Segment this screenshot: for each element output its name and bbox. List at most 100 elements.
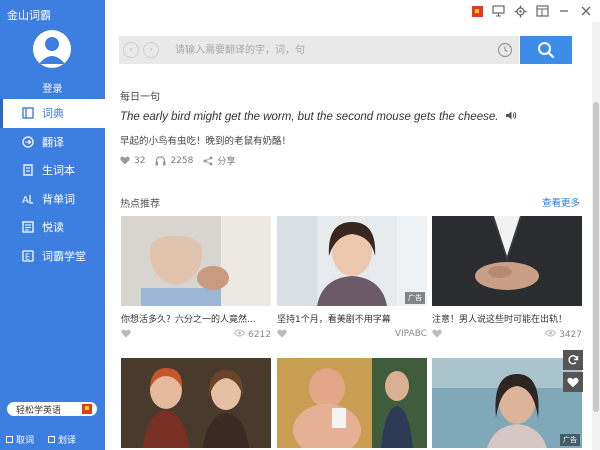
memorize-icon: A [22,193,34,205]
svg-text:A: A [22,195,29,205]
option-select-translate[interactable]: 划译 [48,432,76,446]
eye-icon [545,329,557,337]
share-icon [203,156,213,165]
history-arrows: ‹ › [123,42,159,58]
view-stat: 3427 [545,329,582,341]
sidebar-item-label: 悦读 [42,221,64,235]
refresh-icon [568,355,579,365]
option-label: 划译 [58,435,77,446]
daily-sentence-english: The early bird might get the worm, but t… [120,110,517,124]
share-button[interactable]: 分享 [203,154,235,167]
like-stat[interactable]: 32 [120,156,145,166]
article-meta: 6212 [121,329,271,341]
search-button[interactable] [520,36,572,64]
listen-count: 2258 [170,155,194,166]
speaker-icon[interactable] [505,110,517,124]
article-thumbnail [432,216,582,306]
sidebar-item-translate[interactable]: 翻译 [0,128,105,157]
sidebar: 金山词霸 登录 词典 翻译 生词本 A 背单词 悦读 E 词霸学堂 轻松学英语 … [0,0,105,450]
minimize-icon[interactable] [557,4,571,18]
forward-arrow-icon[interactable]: › [143,42,159,58]
view-count: 6212 [248,330,271,340]
sidebar-nav: 词典 翻译 生词本 A 背单词 悦读 E 词霸学堂 [0,99,105,270]
article-caption: 你想活多久？六分之一的人竟然... [121,315,256,325]
article-thumbnail [121,216,271,306]
eye-icon [234,329,246,337]
article-meta: VIPABC [277,329,427,341]
article-thumbnail [277,358,427,448]
daily-english-text: The early bird might get the worm, but t… [120,111,499,124]
checkbox-icon[interactable] [6,435,13,443]
avatar[interactable] [33,30,71,68]
reading-icon [22,221,34,233]
article-caption: 坚持1个月，看美剧不用字幕 [277,315,391,325]
sidebar-item-memorize[interactable]: A 背单词 [0,185,105,214]
view-stat: 6212 [234,329,271,341]
article-meta: 3427 [432,329,582,341]
heart-icon[interactable] [121,329,131,341]
gear-icon[interactable] [513,4,527,18]
flag-icon [82,404,92,414]
ad-tag: 广告 [560,434,580,446]
hot-recommend-title: 热点推荐 [120,199,160,210]
daily-sentence-title: 每日一句 [120,92,160,103]
promo-button[interactable]: 轻松学英语 [7,402,97,416]
sidebar-item-classroom[interactable]: E 词霸学堂 [0,242,105,271]
heart-icon [120,156,130,165]
sidebar-item-reading[interactable]: 悦读 [0,213,105,242]
daily-stats: 32 2258 分享 [120,154,245,167]
option-label: 取词 [16,435,35,446]
see-more-link[interactable]: 查看更多 [542,195,580,209]
heart-icon [567,377,579,387]
article-thumbnail: 广告 [432,358,582,448]
notebook-icon [22,164,34,176]
book-icon [22,107,34,119]
back-arrow-icon[interactable]: ‹ [123,42,139,58]
article-card[interactable] [121,358,271,448]
article-card[interactable]: 你想活多久？六分之一的人竟然... 6212 [121,216,271,341]
scrollbar-thumb[interactable] [593,102,599,412]
share-label: 分享 [217,157,236,167]
sidebar-item-notebook[interactable]: 生词本 [0,156,105,185]
sidebar-item-label: 生词本 [42,164,75,178]
classroom-icon: E [22,250,34,262]
scrollbar[interactable] [592,22,600,450]
heart-icon[interactable] [277,329,287,341]
minimize-to-tray-icon[interactable] [535,4,549,18]
search-input[interactable] [175,42,475,58]
search-bar: ‹ › [119,36,519,64]
sidebar-item-dictionary[interactable]: 词典 [0,99,105,128]
article-caption: 注意！男人说这些时可能在出轨！ [432,315,568,325]
favorite-button[interactable] [563,372,583,392]
history-clock-icon[interactable] [497,42,513,58]
search-icon [538,42,555,59]
heart-icon[interactable] [432,329,442,341]
article-card[interactable]: 广告 坚持1个月，看美剧不用字幕 VIPABC [277,216,427,341]
close-icon[interactable] [579,4,593,18]
monitor-icon[interactable] [491,4,505,18]
sidebar-footer: 取词 划译 [0,432,105,446]
translate-icon [22,136,34,148]
headphones-icon [155,155,166,165]
view-count: 3427 [559,330,582,340]
svg-text:E: E [25,252,30,261]
login-link[interactable]: 登录 [0,80,105,95]
sidebar-item-label: 背单词 [42,192,75,206]
option-word-capture[interactable]: 取词 [6,432,34,446]
sidebar-item-label: 翻译 [42,135,64,149]
refresh-button[interactable] [563,350,583,370]
app-title: 金山词霸 [7,9,51,22]
article-thumbnail: 广告 [277,216,427,306]
article-source: VIPABC [394,329,427,339]
sidebar-item-label: 词典 [42,107,64,121]
promo-label: 轻松学英语 [16,405,62,416]
article-card[interactable]: 注意！男人说这些时可能在出轨！ 3427 [432,216,582,341]
flag-icon[interactable] [470,4,484,18]
ad-tag: 广告 [405,292,425,304]
article-card[interactable] [277,358,427,448]
article-thumbnail [121,358,271,448]
article-card[interactable]: 广告 [432,358,582,448]
like-count: 32 [134,155,146,166]
listen-stat: 2258 [155,156,193,166]
checkbox-icon[interactable] [48,435,56,443]
